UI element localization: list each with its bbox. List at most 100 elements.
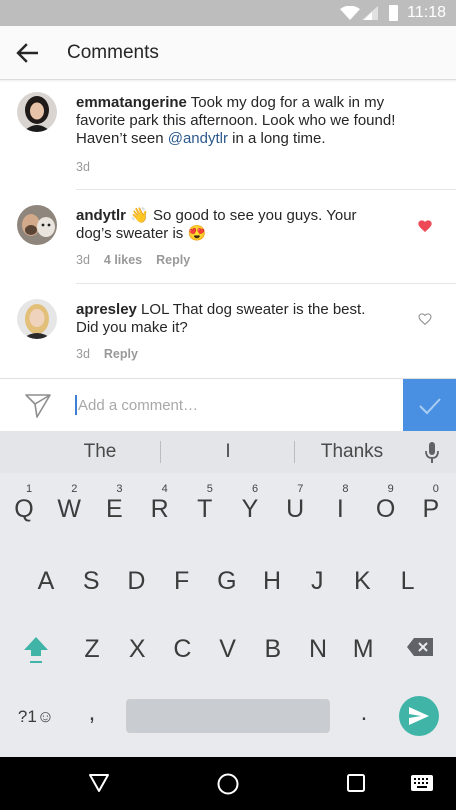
key[interactable]: A xyxy=(26,555,66,605)
key[interactable]: 6Y xyxy=(230,483,270,533)
key[interactable]: 1Q xyxy=(4,483,44,533)
key-number-hint: 2 xyxy=(71,483,78,495)
key-label: T xyxy=(197,495,213,523)
avatar-image xyxy=(17,205,57,245)
reply-button[interactable]: Reply xyxy=(156,253,190,267)
key-label: B xyxy=(264,635,282,663)
comma-key[interactable]: , xyxy=(72,699,112,749)
key[interactable]: 0P xyxy=(411,483,451,533)
key-label: P xyxy=(422,495,440,523)
suggestion-item[interactable]: Thanks xyxy=(296,431,408,473)
backspace-icon[interactable] xyxy=(406,637,434,657)
post-comment-button[interactable] xyxy=(403,379,456,432)
key-number-hint: 6 xyxy=(252,483,259,495)
key-number-hint: 0 xyxy=(432,483,439,495)
divider xyxy=(160,441,161,463)
shift-icon[interactable] xyxy=(22,635,50,665)
direct-message-icon[interactable] xyxy=(24,393,52,419)
key[interactable]: N xyxy=(298,623,338,673)
key[interactable]: 3E xyxy=(94,483,134,533)
nav-back-icon[interactable] xyxy=(88,773,110,793)
arrow-left-icon xyxy=(16,43,38,63)
comment-item: emmatangerine Took my dog for a walk in … xyxy=(0,80,456,190)
spacebar[interactable] xyxy=(126,699,330,733)
key-label: V xyxy=(219,635,236,663)
soft-keyboard: The I Thanks 1Q2W3E4R5T6Y7U8I9O0P ASDFGH… xyxy=(0,431,456,757)
avatar[interactable] xyxy=(17,205,57,245)
key-number-hint: 8 xyxy=(342,483,349,495)
comment-username[interactable]: apresley xyxy=(76,301,137,318)
likes-count[interactable]: 4 likes xyxy=(104,253,142,267)
avatar[interactable] xyxy=(17,299,57,339)
enter-button[interactable] xyxy=(399,696,439,736)
key[interactable]: X xyxy=(117,623,157,673)
key[interactable]: J xyxy=(297,555,337,605)
key[interactable]: 5T xyxy=(185,483,225,533)
back-button[interactable] xyxy=(12,38,42,68)
send-arrow-icon xyxy=(409,707,429,725)
suggestion-item[interactable]: I xyxy=(168,431,288,473)
comment-username[interactable]: andytlr xyxy=(76,207,126,224)
screen: 11:18 Comments emmatangerine Took my dog… xyxy=(0,0,456,810)
reply-button[interactable]: Reply xyxy=(104,347,138,361)
mention-link[interactable]: @andytlr xyxy=(168,130,228,147)
comment-meta: 3d Reply xyxy=(76,347,138,361)
key-number-hint: 3 xyxy=(116,483,123,495)
key[interactable]: 8I xyxy=(320,483,360,533)
key-label: Q xyxy=(14,495,34,523)
suggestion-item[interactable]: The xyxy=(40,431,160,473)
key-label: J xyxy=(310,567,324,595)
key-label: E xyxy=(106,495,123,523)
nav-recents-icon[interactable] xyxy=(346,773,366,793)
key-label: S xyxy=(82,567,100,595)
nav-home-icon[interactable] xyxy=(216,772,240,796)
wave-emoji: 👋 xyxy=(130,207,149,224)
key-label: C xyxy=(173,635,192,663)
page-title: Comments xyxy=(67,42,159,63)
key-label: Y xyxy=(241,495,259,523)
divider xyxy=(294,441,295,463)
key-label: O xyxy=(375,495,396,523)
app-bar: Comments xyxy=(0,26,456,80)
key-label: F xyxy=(173,567,190,595)
key[interactable]: K xyxy=(342,555,382,605)
period-key[interactable]: . xyxy=(344,699,384,749)
key[interactable]: F xyxy=(162,555,202,605)
key[interactable]: L xyxy=(388,555,428,605)
comment-username[interactable]: emmatangerine xyxy=(76,94,187,111)
comment-text: apresley LOL That dog sweater is the bes… xyxy=(76,301,386,337)
heart-eyes-emoji: 😍 xyxy=(187,225,207,242)
keyboard-switch-icon[interactable] xyxy=(410,774,434,792)
key-number-hint: 5 xyxy=(206,483,213,495)
signal-icon xyxy=(362,6,378,20)
key[interactable]: C xyxy=(162,623,202,673)
key-label: Z xyxy=(84,635,100,663)
key[interactable]: M xyxy=(343,623,383,673)
key[interactable]: Z xyxy=(72,623,112,673)
key[interactable]: 7U xyxy=(275,483,315,533)
key[interactable]: H xyxy=(252,555,292,605)
text-cursor xyxy=(75,395,77,415)
comment-input[interactable] xyxy=(78,391,378,419)
key[interactable]: S xyxy=(71,555,111,605)
key-label: D xyxy=(127,567,146,595)
comment-meta: 3d xyxy=(76,160,90,174)
key[interactable]: G xyxy=(207,555,247,605)
key[interactable]: 2W xyxy=(49,483,89,533)
key[interactable]: 9O xyxy=(366,483,406,533)
key[interactable]: V xyxy=(208,623,248,673)
comment-meta: 3d 4 likes Reply xyxy=(76,253,190,267)
avatar[interactable] xyxy=(17,92,57,132)
symbols-key[interactable]: ?1☺ xyxy=(10,707,62,757)
key[interactable]: B xyxy=(253,623,293,673)
heart-outline-icon[interactable] xyxy=(417,311,433,327)
comment-time: 3d xyxy=(76,160,90,174)
heart-filled-icon[interactable] xyxy=(417,218,433,234)
comment-time: 3d xyxy=(76,347,90,361)
wifi-icon xyxy=(340,6,360,20)
key[interactable]: 4R xyxy=(140,483,180,533)
microphone-icon[interactable] xyxy=(424,441,440,465)
key-label: L xyxy=(400,567,415,595)
key[interactable]: D xyxy=(116,555,156,605)
comment-time: 3d xyxy=(76,253,90,267)
